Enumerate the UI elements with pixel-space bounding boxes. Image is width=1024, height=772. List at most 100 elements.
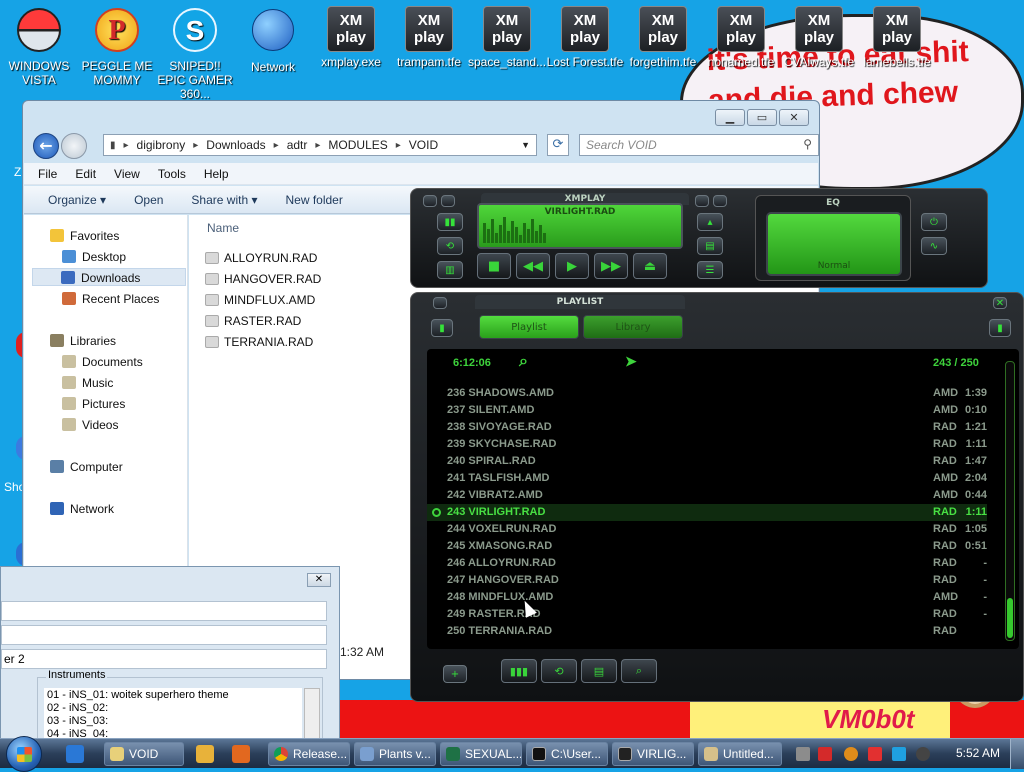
playlist-row[interactable]: 249 RASTER.RAD RAD - <box>427 606 987 623</box>
playlist-right-button[interactable]: ▮ <box>989 319 1011 337</box>
dialog-field[interactable]: er 2 <box>1 649 327 669</box>
tab-playlist[interactable]: Playlist <box>479 315 579 339</box>
nav-computer[interactable]: Computer <box>50 458 123 476</box>
file-item[interactable]: RASTER.RAD <box>205 312 425 330</box>
file-item[interactable]: ALLOYRUN.RAD <box>205 249 425 267</box>
menu-help[interactable]: Help <box>204 167 229 181</box>
close-button[interactable]: ✕ <box>779 109 809 126</box>
desktop-icon-xmplay-exe[interactable]: XM play xmplay.exe <box>312 6 390 69</box>
playlist-save-button[interactable]: ▤ <box>581 659 617 683</box>
dialog-close-button[interactable]: ✕ <box>307 573 331 587</box>
desktop-icon-network[interactable]: Network <box>234 6 312 74</box>
playlist-row[interactable]: 240 SPIRAL.RAD RAD 1:47 <box>427 453 987 470</box>
media-player-icon[interactable] <box>196 745 214 763</box>
xmplay-playlist-button[interactable]: ☰ <box>697 261 723 279</box>
nav-music[interactable]: Music <box>62 374 113 392</box>
tray-app-icon[interactable] <box>796 747 810 761</box>
playlist-left-button[interactable]: ▮ <box>431 319 453 337</box>
list-item[interactable]: 02 - iNS_02: <box>47 702 299 715</box>
xmplay-close-button[interactable] <box>713 195 727 207</box>
playlist-row[interactable]: 250 TERRANIA.RAD RAD <box>427 623 987 640</box>
list-item[interactable]: 03 - iNS_03: <box>47 715 299 728</box>
xmplay-pos-up-button[interactable]: ▴ <box>697 213 723 231</box>
playlist-add-button[interactable]: + <box>443 665 467 683</box>
stop-button[interactable]: ■ <box>477 253 511 279</box>
xmplay-loop-button[interactable]: ⟲ <box>437 237 463 255</box>
show-desktop-button[interactable] <box>1010 739 1024 769</box>
xmplay-info-button[interactable]: ▮▮ <box>437 213 463 231</box>
back-button[interactable]: ← <box>33 133 59 159</box>
playlist-row[interactable]: 236 SHADOWS.AMD AMD 1:39 <box>427 385 987 402</box>
column-header-name[interactable]: Name <box>207 221 239 235</box>
xmplay-eq-toggle-button[interactable] <box>695 195 709 207</box>
tray-flag-icon[interactable] <box>868 747 882 761</box>
eq-power-button[interactable]: ⏻ <box>921 213 947 231</box>
taskbar-button-void[interactable]: VOID <box>104 742 184 766</box>
desktop-icon-space-stand[interactable]: XM play space_stand... <box>468 6 546 69</box>
playlist-close-button[interactable]: ✕ <box>993 297 1007 309</box>
taskbar-button-cmd[interactable]: C:\User... <box>526 742 608 766</box>
nav-recent-places[interactable]: Recent Places <box>62 290 159 308</box>
taskbar-clock[interactable]: 5:52 AM <box>956 746 1000 760</box>
next-button[interactable]: ▶▶ <box>594 253 628 279</box>
xmplay-volume-button[interactable]: ▤ <box>697 237 723 255</box>
desktop-icon-forgethim[interactable]: XM play forgethim.tfe <box>624 6 702 69</box>
breadcrumb-item[interactable]: MODULES <box>328 138 387 152</box>
tray-display-icon[interactable] <box>892 747 906 761</box>
list-item[interactable]: 01 - iNS_01: woitek superhero theme <box>47 689 299 702</box>
tab-library[interactable]: Library <box>583 315 683 339</box>
minimize-button[interactable]: ▁ <box>715 109 745 126</box>
playlist-search-icon[interactable]: ⌕ <box>519 353 528 371</box>
desktop-icon-trampam[interactable]: XM play trampam.tfe <box>390 6 468 69</box>
breadcrumb-item[interactable]: VOID <box>409 138 438 152</box>
taskbar-button-sexual[interactable]: SEXUAL... <box>440 742 522 766</box>
dialog-field[interactable] <box>1 625 327 645</box>
desktop-icon-cvalways[interactable]: XM play CVAlways.tfe <box>780 6 858 69</box>
playlist-row-current[interactable]: 243 VIRLIGHT.RAD RAD 1:11 <box>427 504 987 521</box>
refresh-button[interactable]: ⟳ <box>547 134 569 156</box>
eq-display[interactable]: Normal <box>766 212 902 276</box>
playlist-loop-button[interactable]: ⟲ <box>541 659 577 683</box>
nav-documents[interactable]: Documents <box>62 353 143 371</box>
playlist-scrollbar[interactable] <box>1005 361 1015 641</box>
eq-curve-button[interactable]: ∿ <box>921 237 947 255</box>
file-item[interactable]: MINDFLUX.AMD <box>205 291 425 309</box>
taskbar-button-release[interactable]: Release... <box>268 742 350 766</box>
taskbar-button-plants[interactable]: Plants v... <box>354 742 436 766</box>
breadcrumb-item[interactable]: digibrony <box>137 138 186 152</box>
play-button[interactable]: ▶ <box>555 253 589 279</box>
playlist-row[interactable]: 238 SIVOYAGE.RAD RAD 1:21 <box>427 419 987 436</box>
start-button[interactable] <box>6 736 42 772</box>
forward-button[interactable] <box>61 133 87 159</box>
desktop-icon-nonamed[interactable]: XM play nonamed.tfe <box>702 6 780 69</box>
address-bar[interactable]: ▮ ▸ digibrony ▸ Downloads ▸ adtr ▸ MODUL… <box>103 134 537 156</box>
desktop-icon-peggle[interactable]: P PEGGLE ME MOMMY <box>78 6 156 87</box>
xmplay-minimize-button[interactable] <box>441 195 455 207</box>
internet-explorer-icon[interactable] <box>66 745 84 763</box>
taskbar-button-virlight[interactable]: VIRLIG... <box>612 742 694 766</box>
maximize-button[interactable]: ▭ <box>747 109 777 126</box>
tray-search-icon[interactable] <box>844 747 858 761</box>
nav-libraries[interactable]: Libraries <box>50 332 116 350</box>
playlist-row[interactable]: 244 VOXELRUN.RAD RAD 1:05 <box>427 521 987 538</box>
playlist-scroll-thumb[interactable] <box>1007 598 1013 638</box>
xmplay-menu-button[interactable] <box>423 195 437 207</box>
playlist-jump-to-current-icon[interactable]: ➤ <box>625 353 637 370</box>
desktop-icon-windows-vista[interactable]: WINDOWS VISTA <box>0 6 78 87</box>
share-with-button[interactable]: Share with ▾ <box>191 193 257 207</box>
search-input[interactable]: Search VOID ⚲ <box>579 134 819 156</box>
playlist-row[interactable]: 245 XMASONG.RAD RAD 0:51 <box>427 538 987 555</box>
playlist-row[interactable]: 241 TASLFISH.AMD AMD 2:04 <box>427 470 987 487</box>
breadcrumb-item[interactable]: adtr <box>287 138 308 152</box>
playlist-row[interactable]: 246 ALLOYRUN.RAD RAD - <box>427 555 987 572</box>
playlist-stats-button[interactable]: ▮▮▮ <box>501 659 537 683</box>
instruments-list[interactable]: 01 - iNS_01: woitek superhero theme 02 -… <box>44 688 302 740</box>
menu-edit[interactable]: Edit <box>75 167 96 181</box>
breadcrumb-item[interactable]: Downloads <box>206 138 265 152</box>
taskbar-button-untitled[interactable]: Untitled... <box>698 742 782 766</box>
dialog-field[interactable] <box>1 601 327 621</box>
menu-view[interactable]: View <box>114 167 140 181</box>
address-dropdown-icon[interactable]: ▼ <box>521 140 530 150</box>
playlist-row[interactable]: 239 SKYCHASE.RAD RAD 1:11 <box>427 436 987 453</box>
open-button[interactable]: Open <box>134 193 163 207</box>
